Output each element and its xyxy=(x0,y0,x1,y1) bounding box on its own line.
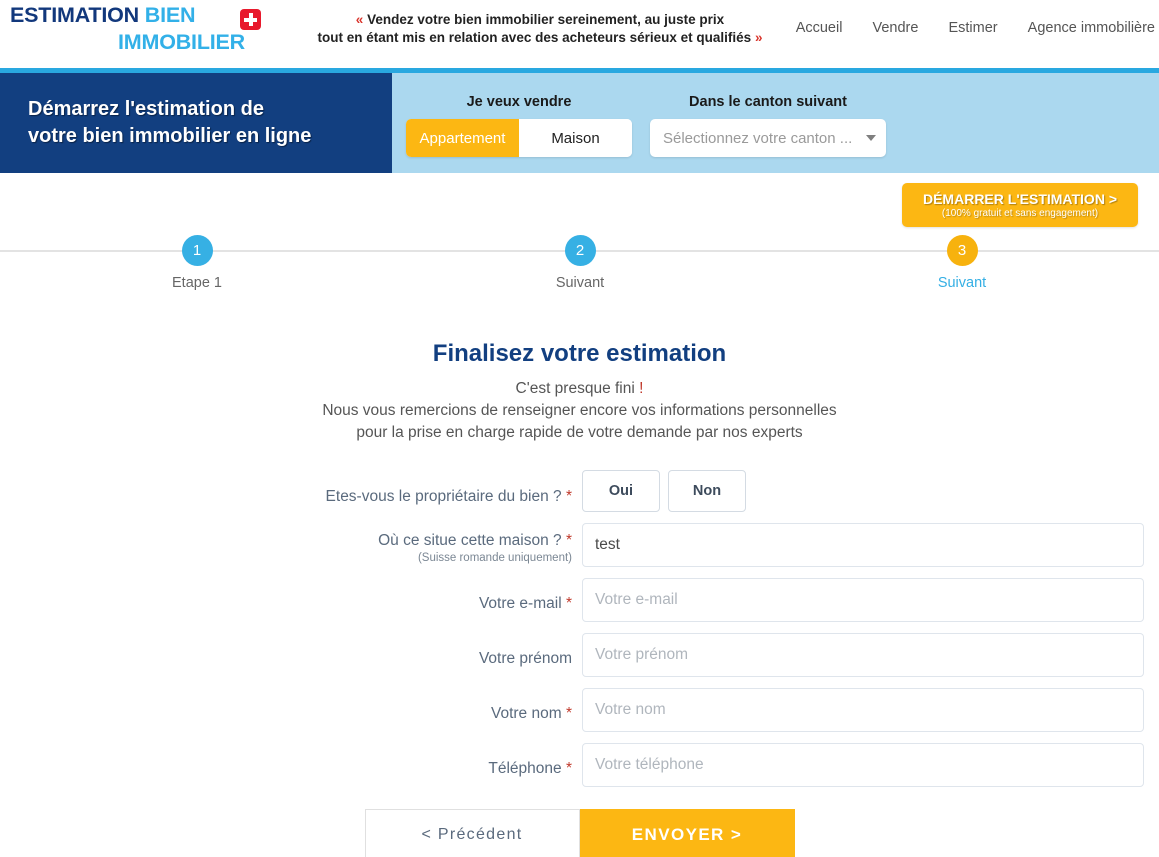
form-row-location: Où ce situe cette maison ? * (Suisse rom… xyxy=(0,523,1159,567)
form-row-owner: Etes-vous le propriétaire du bien ? * Ou… xyxy=(0,470,1159,512)
lastname-required-mark: * xyxy=(565,705,572,722)
owner-choice-group: Oui Non xyxy=(582,470,1159,512)
property-type-maison[interactable]: Maison xyxy=(519,119,632,157)
previous-button[interactable]: < Précédent xyxy=(364,809,580,857)
form-subtitle: C'est presque fini ! Nous vous remercion… xyxy=(0,378,1159,444)
logo-word-immobilier: IMMOBILIER xyxy=(118,30,245,54)
form-subtitle-line-2: Nous vous remercions de renseigner encor… xyxy=(322,402,837,419)
stepper-step-1-label: Etape 1 xyxy=(172,275,222,291)
email-required-mark: * xyxy=(565,595,572,612)
banner-headline-line-2: votre bien immobilier en ligne xyxy=(28,125,312,147)
lastname-label: Votre nom * xyxy=(0,688,582,724)
site-header: ESTIMATION BIEN IMMOBILIER « Vendez votr… xyxy=(0,0,1159,68)
form-row-firstname: Votre prénom xyxy=(0,633,1159,677)
canton-select[interactable]: Sélectionnez votre canton ... xyxy=(650,119,886,157)
banner-headline-line-1: Démarrez l'estimation de xyxy=(28,98,264,120)
form-actions: < Précédent ENVOYER > xyxy=(0,809,1159,857)
form-row-lastname: Votre nom * xyxy=(0,688,1159,732)
phone-control xyxy=(582,743,1159,787)
owner-option-non[interactable]: Non xyxy=(668,470,746,512)
owner-option-oui[interactable]: Oui xyxy=(582,470,660,512)
stepper-step-1-circle: 1 xyxy=(181,235,213,266)
location-label: Où ce situe cette maison ? * (Suisse rom… xyxy=(0,523,582,566)
owner-required-mark: * xyxy=(565,488,572,505)
location-input[interactable] xyxy=(582,523,1144,567)
lastname-field[interactable] xyxy=(582,688,1144,732)
site-logo[interactable]: ESTIMATION BIEN IMMOBILIER xyxy=(10,2,245,56)
logo-word-bien: BIEN xyxy=(144,3,196,27)
canton-select-value: Sélectionnez votre canton ... xyxy=(663,129,853,147)
header-tagline: « Vendez votre bien immobilier sereineme… xyxy=(295,11,785,47)
lastname-label-text: Votre nom xyxy=(490,705,562,722)
banner-headline: Démarrez l'estimation de votre bien immo… xyxy=(0,96,311,150)
owner-label-text: Etes-vous le propriétaire du bien ? xyxy=(325,488,562,505)
owner-label: Etes-vous le propriétaire du bien ? * xyxy=(0,470,582,507)
form-header: Finalisez votre estimation C'est presque… xyxy=(0,340,1159,444)
property-type-toggle: Appartement Maison xyxy=(406,119,632,157)
canton-column: Dans le canton suivant Sélectionnez votr… xyxy=(650,73,886,157)
email-label-text: Votre e-mail xyxy=(478,595,562,612)
progress-stepper: 1 Etape 1 2 Suivant 3 Suivant xyxy=(0,222,1159,314)
sell-type-label: Je veux vendre xyxy=(466,94,572,110)
start-estimation-label: DÉMARRER L'ESTIMATION > xyxy=(922,190,1118,207)
property-type-appartement[interactable]: Appartement xyxy=(406,119,519,157)
stepper-step-2-label: Suivant xyxy=(555,275,605,291)
guillemet-open-icon: « xyxy=(355,12,364,27)
nav-item-estimer[interactable]: Estimer xyxy=(948,20,997,36)
stepper-step-1[interactable]: 1 Etape 1 xyxy=(137,235,257,291)
form-subtitle-line-3: pour la prise en charge rapide de votre … xyxy=(356,424,803,441)
lastname-control xyxy=(582,688,1159,732)
main-navigation: Accueil Vendre Estimer Agence immobilièr… xyxy=(770,20,1155,36)
form-subtitle-exclamation: ! xyxy=(639,380,644,397)
phone-label-text: Téléphone xyxy=(488,760,562,777)
firstname-label: Votre prénom xyxy=(0,633,582,669)
canton-label: Dans le canton suivant xyxy=(689,94,847,110)
banner-headline-panel: Démarrez l'estimation de votre bien immo… xyxy=(0,73,392,173)
sell-type-column: Je veux vendre Appartement Maison xyxy=(406,73,632,157)
nav-item-accueil[interactable]: Accueil xyxy=(796,20,843,36)
tagline-line-2: tout en étant mis en relation avec des a… xyxy=(295,29,785,47)
location-required-mark: * xyxy=(565,532,572,549)
swiss-flag-icon xyxy=(240,9,261,30)
tagline-line-1: « Vendez votre bien immobilier sereineme… xyxy=(295,11,785,29)
logo-line-2: IMMOBILIER xyxy=(10,29,245,56)
email-label: Votre e-mail * xyxy=(0,578,582,614)
start-estimation-sublabel: (100% gratuit et sans engagement) xyxy=(941,207,1099,219)
email-field[interactable] xyxy=(582,578,1144,622)
logo-word-estimation: ESTIMATION xyxy=(10,3,139,27)
location-control xyxy=(582,523,1159,567)
form-subtitle-line-1: C'est presque fini ! xyxy=(0,378,1159,400)
stepper-step-3[interactable]: 3 Suivant xyxy=(902,235,1022,291)
nav-item-agence-immobiliere[interactable]: Agence immobilière xyxy=(1028,20,1155,36)
location-label-text: Où ce situe cette maison ? xyxy=(378,532,562,549)
firstname-field[interactable] xyxy=(582,633,1144,677)
tagline-text-2: tout en étant mis en relation avec des a… xyxy=(317,30,752,45)
logo-line-1: ESTIMATION BIEN xyxy=(10,2,245,29)
phone-required-mark: * xyxy=(565,760,572,777)
submit-button[interactable]: ENVOYER > xyxy=(579,809,795,857)
contact-form: Etes-vous le propriétaire du bien ? * Ou… xyxy=(0,470,1159,857)
page-title: Finalisez votre estimation xyxy=(432,340,727,367)
start-estimation-button[interactable]: DÉMARRER L'ESTIMATION > (100% gratuit et… xyxy=(902,183,1138,227)
firstname-label-text: Votre prénom xyxy=(478,650,572,667)
stepper-step-3-circle: 3 xyxy=(946,235,978,266)
nav-item-vendre[interactable]: Vendre xyxy=(872,20,918,36)
stepper-step-3-label: Suivant xyxy=(937,275,987,291)
tagline-text-1: Vendez votre bien immobilier sereinement… xyxy=(367,12,725,27)
owner-control: Oui Non xyxy=(582,470,1159,512)
firstname-control xyxy=(582,633,1159,677)
email-control xyxy=(582,578,1159,622)
estimation-banner: Démarrez l'estimation de votre bien immo… xyxy=(0,73,1159,227)
form-row-phone: Téléphone * xyxy=(0,743,1159,787)
location-sublabel: (Suisse romande uniquement) xyxy=(417,552,572,564)
phone-label: Téléphone * xyxy=(0,743,582,779)
stepper-step-2[interactable]: 2 Suivant xyxy=(520,235,640,291)
chevron-down-icon xyxy=(866,135,876,141)
form-row-email: Votre e-mail * xyxy=(0,578,1159,622)
stepper-step-2-circle: 2 xyxy=(564,235,596,266)
guillemet-close-icon: » xyxy=(754,30,763,45)
form-subtitle-text-1: C'est presque fini xyxy=(515,380,640,397)
phone-field[interactable] xyxy=(582,743,1144,787)
